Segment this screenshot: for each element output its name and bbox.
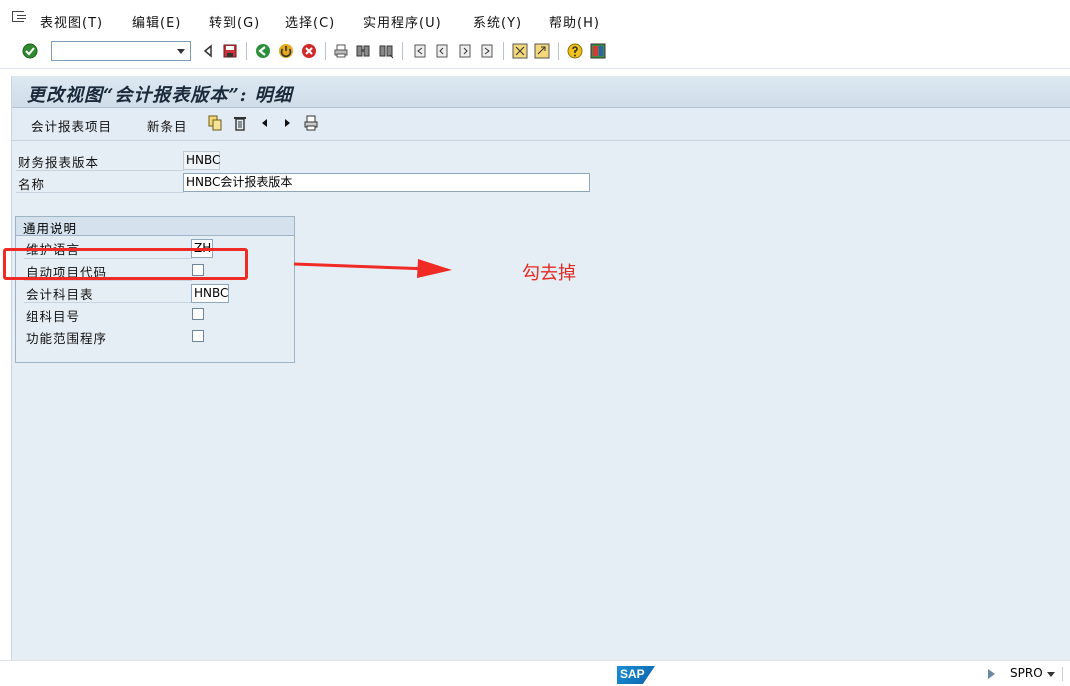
menu-utilities[interactable]: 实用程序(U) [363,12,442,31]
menu-goto[interactable]: 转到(G) [209,12,260,31]
help-icon[interactable] [567,43,583,59]
delete-icon[interactable] [233,115,247,131]
command-field[interactable] [51,41,191,61]
menu-help[interactable]: 帮助(H) [549,12,600,31]
status-bar: SAP SPRO [0,660,1070,686]
exit-icon[interactable] [278,43,294,59]
field-underline [16,172,184,193]
chevron-down-icon[interactable] [1047,672,1055,677]
cancel-icon[interactable] [301,43,317,59]
last-page-icon[interactable] [479,43,495,59]
field-underline [24,282,192,303]
annotation-text: 勾去掉 [522,263,576,284]
toolbar-separator [246,42,247,60]
sap-logo: SAP [617,666,655,684]
general-specs-group: 通用说明 维护语言 ZH 自动项目代码 会计科目表 HNBC 组科目号 功能范围… [15,216,295,363]
menu-toggle-icon[interactable] [12,11,26,22]
save-icon[interactable] [222,43,238,59]
field-underline [16,150,184,171]
toolbar-separator [503,42,504,60]
find-next-icon[interactable] [378,43,394,59]
acct-report-items-button[interactable]: 会计报表项目 [31,116,112,135]
print-icon[interactable] [333,43,349,59]
menu-selection[interactable]: 选择(C) [285,12,335,31]
menu-edit[interactable]: 编辑(E) [132,12,181,31]
copy-icon[interactable] [208,115,222,131]
play-icon[interactable] [988,669,995,679]
chart-of-accounts-field[interactable]: HNBC [191,284,229,303]
screen-title-bar: 更改视图“会计报表版本”: 明细 [12,76,1070,108]
next-page-icon[interactable] [457,43,473,59]
name-field[interactable]: HNBC会计报表版本 [183,173,590,192]
customize-layout-icon[interactable] [590,43,606,59]
next-icon[interactable] [280,115,294,131]
application-toolbar: 会计报表项目 新条目 [12,108,1070,141]
shortcut-icon[interactable] [534,43,550,59]
menu-table-view[interactable]: 表视图(T) [40,12,103,31]
group-account-number-checkbox[interactable] [192,308,204,320]
create-session-icon[interactable] [512,43,528,59]
back-icon[interactable] [255,43,271,59]
prev-page-icon[interactable] [434,43,450,59]
annotation-arrow [293,259,452,278]
print-icon[interactable] [304,115,318,131]
chevron-down-icon[interactable] [177,49,185,54]
group-title: 通用说明 [16,217,294,236]
back-triangle-icon[interactable] [200,43,216,59]
find-icon[interactable] [355,43,371,59]
toolbar-separator [325,42,326,60]
group-title-label: 通用说明 [23,221,78,236]
transaction-code: SPRO [1010,666,1043,680]
toolbar-separator [558,42,559,60]
enter-icon[interactable] [22,43,38,59]
first-page-icon[interactable] [412,43,428,59]
status-separator [1062,667,1063,681]
sap-logo-text: SAP [620,667,645,681]
page-title: 更改视图“会计报表版本”: 明细 [27,85,293,106]
menu-bar: 表视图(T) 编辑(E) 转到(G) 选择(C) 实用程序(U) 系统(Y) 帮… [0,0,1070,36]
version-field: HNBC [183,151,220,170]
standard-toolbar [0,36,1070,69]
functional-area-label: 功能范围程序 [26,331,108,346]
main-screen-area: 更改视图“会计报表版本”: 明细 会计报表项目 新条目 财务报表版本 HNBC … [11,76,1070,660]
functional-area-checkbox[interactable] [192,330,204,342]
new-entries-button[interactable]: 新条目 [147,116,188,135]
menu-system[interactable]: 系统(Y) [473,12,522,31]
group-account-number-label: 组科目号 [26,309,81,324]
toolbar-separator [402,42,403,60]
annotation-highlight-box [3,248,248,280]
previous-icon[interactable] [258,115,272,131]
